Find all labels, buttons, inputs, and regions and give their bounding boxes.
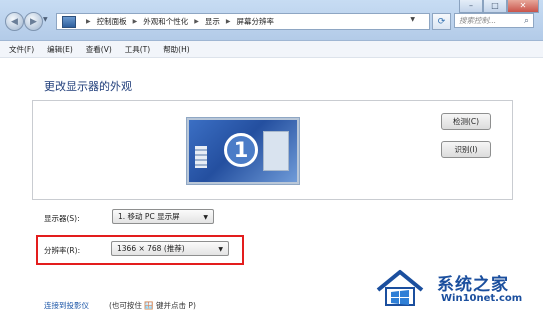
breadcrumb-separator-icon: ▶ (86, 18, 91, 25)
menu-edit[interactable]: 编辑(E) (47, 44, 73, 55)
window-controls: – □ ✕ (459, 0, 539, 13)
display-preview-panel: 1 检测(C) 识别(I) (32, 100, 513, 200)
watermark-url: Win10net.com (441, 293, 523, 304)
refresh-icon[interactable]: ⟳ (432, 13, 451, 30)
breadcrumb-item-appearance[interactable]: 外观和个性化 (143, 16, 188, 27)
search-icon[interactable]: ⌕ (524, 16, 529, 26)
maximize-icon[interactable]: □ (483, 0, 507, 13)
close-icon[interactable]: ✕ (507, 0, 539, 13)
title-bar: ◀ ▶ ▼ ▶ 控制面板 ▶ 外观和个性化 ▶ 显示 ▶ 屏幕分辨率 ▼ ⟳ 搜… (0, 0, 543, 41)
menu-help[interactable]: 帮助(H) (163, 44, 190, 55)
menu-view[interactable]: 查看(V) (86, 44, 112, 55)
minimize-icon[interactable]: – (459, 0, 483, 13)
desktop-window-graphic (263, 131, 289, 171)
watermark-house-logo-icon (376, 270, 424, 306)
breadcrumb-item-resolution[interactable]: 屏幕分辨率 (237, 16, 275, 27)
menu-tools[interactable]: 工具(T) (125, 44, 150, 55)
menu-bar: 文件(F) 编辑(E) 查看(V) 工具(T) 帮助(H) (0, 41, 543, 58)
breadcrumb-separator-icon: ▶ (194, 18, 199, 25)
breadcrumb-separator-icon: ▶ (225, 18, 231, 25)
display-label: 显示器(S): (44, 214, 80, 223)
search-placeholder: 搜索控制... (459, 16, 497, 25)
recent-pages-chevron-icon[interactable]: ▼ (43, 16, 48, 23)
back-arrow-icon[interactable]: ◀ (5, 12, 24, 31)
connect-projector-link[interactable]: 连接到投影仪 (44, 300, 89, 311)
identify-button[interactable]: 识别(I) (441, 141, 491, 158)
monitor-1-thumbnail[interactable]: 1 (187, 118, 299, 184)
display-select-value: 1. 移动 PC 显示屏 (118, 212, 180, 221)
address-bar[interactable]: ▶ 控制面板 ▶ 外观和个性化 ▶ 显示 ▶ 屏幕分辨率 ▼ (56, 13, 430, 30)
breadcrumb-item-control-panel[interactable]: 控制面板 (97, 16, 127, 27)
breadcrumb-item-display[interactable]: 显示 (205, 16, 220, 27)
search-input[interactable]: 搜索控制... ⌕ (454, 13, 534, 28)
menu-file[interactable]: 文件(F) (9, 44, 34, 55)
monitor-number-badge: 1 (224, 133, 258, 167)
desktop-gadget-graphic (195, 146, 207, 168)
resolution-select-value: 1366 × 768 (推荐) (117, 244, 185, 253)
projector-shortcut-note: (也可按住 🪟 键并点击 P) (109, 301, 196, 310)
chevron-down-icon: ▼ (218, 246, 223, 253)
detect-button[interactable]: 检测(C) (441, 113, 491, 130)
resolution-label: 分辨率(R): (44, 246, 81, 255)
address-dropdown-icon[interactable]: ▼ (410, 16, 415, 23)
forward-arrow-icon[interactable]: ▶ (24, 12, 43, 31)
control-panel-icon (62, 15, 76, 28)
display-select[interactable]: 1. 移动 PC 显示屏 ▼ (112, 209, 214, 224)
breadcrumb-separator-icon: ▶ (132, 18, 138, 25)
resolution-select[interactable]: 1366 × 768 (推荐) ▼ (111, 241, 229, 256)
watermark-title: 系统之家 (437, 275, 509, 295)
page-title: 更改显示器的外观 (44, 80, 132, 93)
chevron-down-icon: ▼ (203, 214, 208, 221)
